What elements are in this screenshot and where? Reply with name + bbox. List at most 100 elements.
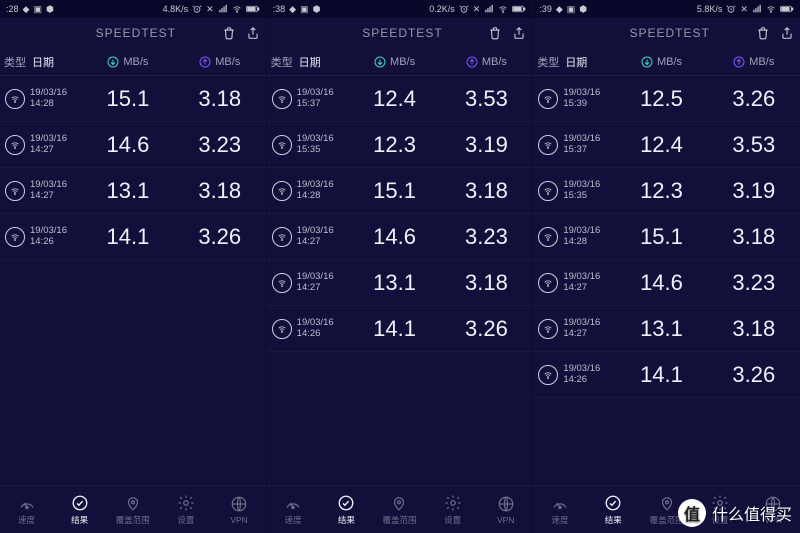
- connection-type: [267, 89, 297, 109]
- nav-speed[interactable]: 速度: [0, 494, 53, 526]
- shield-icon: ⬢: [46, 4, 54, 15]
- result-row[interactable]: 19/03/1614:28 15.1 3.18: [267, 168, 533, 214]
- nav-settings[interactable]: 设置: [159, 494, 212, 526]
- connection-type: [267, 181, 297, 201]
- upload-value: 3.18: [708, 224, 800, 250]
- result-row[interactable]: 19/03/1614:27 13.1 3.18: [0, 168, 266, 214]
- result-row[interactable]: 19/03/1615:39 12.5 3.26: [533, 76, 800, 122]
- delete-button[interactable]: [756, 26, 770, 40]
- result-row[interactable]: 19/03/1615:35 12.3 3.19: [533, 168, 800, 214]
- share-button[interactable]: [246, 26, 260, 40]
- nav-label: VPN: [765, 515, 782, 525]
- col-date-label: 日期: [30, 54, 82, 70]
- col-download-unit: MB/s: [657, 56, 682, 68]
- status-netspeed: 0.2K/s: [429, 4, 455, 14]
- nav-label: 结果: [338, 514, 355, 526]
- result-row[interactable]: 19/03/1614:27 14.6 3.23: [533, 260, 800, 306]
- result-datetime: 19/03/1615:39: [563, 88, 615, 110]
- share-button[interactable]: [512, 26, 526, 40]
- connection-type: [533, 135, 563, 155]
- battery-icon: [246, 4, 260, 14]
- notif-icon: ▣: [33, 4, 42, 15]
- nav-vpn[interactable]: VPN: [213, 495, 266, 525]
- result-row[interactable]: 19/03/1614:27 14.6 3.23: [267, 214, 533, 260]
- nav-speed[interactable]: 速度: [533, 494, 586, 526]
- download-value: 12.3: [615, 178, 707, 204]
- nav-results[interactable]: 结果: [587, 494, 640, 526]
- wifi-icon: [272, 89, 292, 109]
- result-row[interactable]: 19/03/1614:26 14.1 3.26: [267, 306, 533, 352]
- status-netspeed: 4.8K/s: [163, 4, 189, 14]
- nav-results[interactable]: 结果: [320, 494, 373, 526]
- nav-coverage[interactable]: 覆盖范围: [106, 494, 159, 526]
- wifi-status-icon: [766, 4, 776, 14]
- wifi-icon: [538, 319, 558, 339]
- nav-vpn[interactable]: VPN: [479, 495, 532, 525]
- column-header: 类型 日期 MB/s MB/s: [533, 48, 800, 76]
- download-value: 13.1: [615, 316, 707, 342]
- bottom-nav: 速度 结果 覆盖范围 设置 VPN: [0, 485, 266, 533]
- connection-type: [0, 227, 30, 247]
- nav-results[interactable]: 结果: [53, 494, 106, 526]
- result-row[interactable]: 19/03/1614:26 14.1 3.26: [0, 214, 266, 260]
- result-datetime: 19/03/1614:27: [297, 226, 349, 248]
- nav-label: 速度: [285, 514, 302, 526]
- download-value: 12.3: [349, 132, 441, 158]
- delete-button[interactable]: [488, 26, 502, 40]
- share-button[interactable]: [780, 26, 794, 40]
- nav-label: 结果: [605, 514, 622, 526]
- signal-icon: [218, 4, 228, 14]
- upload-value: 3.26: [174, 224, 266, 250]
- result-row[interactable]: 19/03/1615:37 12.4 3.53: [533, 122, 800, 168]
- battery-icon: [512, 4, 526, 14]
- status-bar: :38 ◆ ▣ ⬢ 0.2K/s ✕: [267, 0, 533, 18]
- app-title: SPEEDTEST: [362, 26, 442, 40]
- nav-vpn[interactable]: VPN: [747, 495, 800, 525]
- upload-value: 3.26: [708, 86, 800, 112]
- nav-label: 速度: [18, 514, 35, 526]
- result-row[interactable]: 19/03/1614:27 13.1 3.18: [533, 306, 800, 352]
- download-value: 13.1: [349, 270, 441, 296]
- download-value: 14.6: [349, 224, 441, 250]
- notif-icon: ◆: [556, 4, 563, 15]
- wifi-icon: [538, 181, 558, 201]
- result-row[interactable]: 19/03/1614:28 15.1 3.18: [533, 214, 800, 260]
- shield-icon: ⬢: [313, 4, 321, 15]
- upload-icon: [466, 56, 478, 68]
- upload-value: 3.18: [440, 178, 532, 204]
- nav-coverage[interactable]: 覆盖范围: [373, 494, 426, 526]
- nav-speed[interactable]: 速度: [267, 494, 320, 526]
- upload-value: 3.26: [708, 362, 800, 388]
- connection-type: [533, 227, 563, 247]
- connection-type: [0, 89, 30, 109]
- upload-value: 3.18: [440, 270, 532, 296]
- nav-label: 设置: [711, 514, 728, 526]
- nav-settings[interactable]: 设置: [693, 494, 746, 526]
- result-datetime: 19/03/1614:27: [30, 134, 82, 156]
- col-upload-unit: MB/s: [482, 56, 507, 68]
- wifi-status-icon: [498, 4, 508, 14]
- result-row[interactable]: 19/03/1614:26 14.1 3.26: [533, 352, 800, 398]
- result-row[interactable]: 19/03/1614:27 14.6 3.23: [0, 122, 266, 168]
- wifi-icon: [538, 365, 558, 385]
- download-value: 14.6: [615, 270, 707, 296]
- nav-label: 设置: [177, 514, 194, 526]
- download-icon: [641, 56, 653, 68]
- download-icon: [374, 56, 386, 68]
- connection-type: [533, 365, 563, 385]
- result-row[interactable]: 19/03/1614:27 13.1 3.18: [267, 260, 533, 306]
- result-row[interactable]: 19/03/1615:37 12.4 3.53: [267, 76, 533, 122]
- result-row[interactable]: 19/03/1615:35 12.3 3.19: [267, 122, 533, 168]
- nav-settings[interactable]: 设置: [426, 494, 479, 526]
- status-bar: :28 ◆ ▣ ⬢ 4.8K/s ✕: [0, 0, 266, 18]
- wifi-icon: [5, 135, 25, 155]
- nav-coverage[interactable]: 覆盖范围: [640, 494, 693, 526]
- delete-button[interactable]: [222, 26, 236, 40]
- upload-value: 3.19: [708, 178, 800, 204]
- wifi-icon: [272, 273, 292, 293]
- result-row[interactable]: 19/03/1614:28 15.1 3.18: [0, 76, 266, 122]
- nav-label: 速度: [551, 514, 568, 526]
- connection-type: [267, 135, 297, 155]
- wifi-icon: [5, 181, 25, 201]
- upload-value: 3.18: [174, 86, 266, 112]
